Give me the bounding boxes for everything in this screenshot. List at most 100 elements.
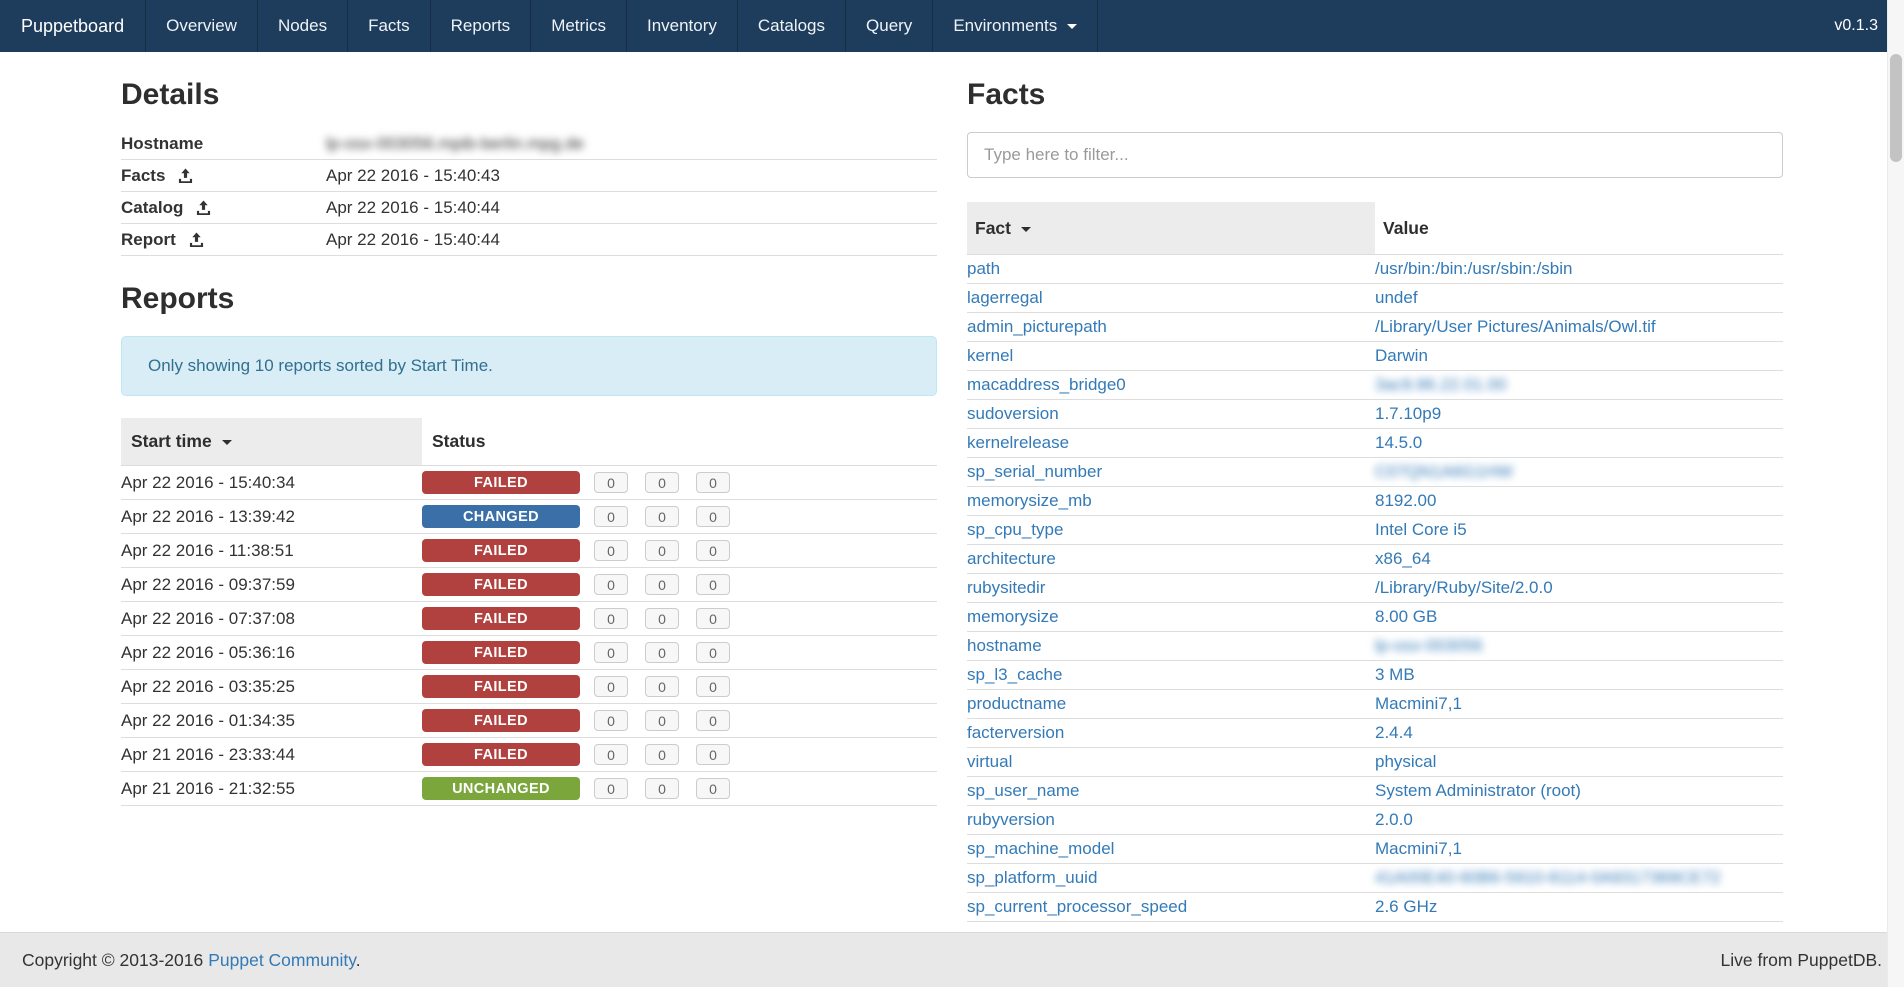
fact-link[interactable]: sudoversion <box>967 404 1059 423</box>
fact-link[interactable]: path <box>967 259 1000 278</box>
report-count-cell: 0 <box>645 602 696 636</box>
report-count-cell: 0 <box>696 670 747 704</box>
fact-link[interactable]: facterversion <box>967 723 1064 742</box>
fact-value-cell: 2.4.4 <box>1375 719 1783 748</box>
count-pill: 0 <box>594 574 628 595</box>
report-row-filler <box>747 602 937 636</box>
copyright-period: . <box>356 950 361 970</box>
fact-link[interactable]: kernelrelease <box>967 433 1069 452</box>
facts-header-row: Fact Value <box>967 202 1783 255</box>
report-count-cell: 0 <box>696 772 747 806</box>
nav-environments-dropdown[interactable]: Environments <box>933 0 1098 52</box>
report-count-cell: 0 <box>594 500 645 534</box>
status-badge: CHANGED <box>422 505 580 528</box>
upload-icon[interactable] <box>189 232 204 248</box>
fact-value-cell: 2.0.0 <box>1375 806 1783 835</box>
fact-link[interactable]: hostname <box>967 636 1042 655</box>
reports-header-start-time[interactable]: Start time <box>121 418 422 466</box>
fact-value-cell: /Library/User Pictures/Animals/Owl.tif <box>1375 313 1783 342</box>
fact-row: sp_l3_cache3 MB <box>967 661 1783 690</box>
fact-link[interactable]: sp_machine_model <box>967 839 1114 858</box>
report-start-time: Apr 22 2016 - 03:35:25 <box>121 670 422 704</box>
report-row: Apr 22 2016 - 11:38:51FAILED000 <box>121 534 937 568</box>
count-pill: 0 <box>645 472 679 493</box>
report-row: Apr 22 2016 - 01:34:35FAILED000 <box>121 704 937 738</box>
upload-icon[interactable] <box>178 168 193 184</box>
facts-header-fact[interactable]: Fact <box>967 202 1375 255</box>
puppet-community-link[interactable]: Puppet Community <box>208 950 356 970</box>
details-title: Details <box>121 78 937 112</box>
details-value: lp-osx-003056.mpib-berlin.mpg.de <box>326 134 584 154</box>
nav-item-metrics[interactable]: Metrics <box>531 0 627 52</box>
report-start-time: Apr 22 2016 - 09:37:59 <box>121 568 422 602</box>
fact-value-cell: Macmini7,1 <box>1375 835 1783 864</box>
fact-value-cell: 41A00E40-60B6-5910-8114-0A9317369CE72 <box>1375 864 1783 893</box>
count-pill: 0 <box>645 710 679 731</box>
report-count-cell: 0 <box>645 738 696 772</box>
fact-name-cell: admin_picturepath <box>967 313 1375 342</box>
report-count-cell: 0 <box>645 500 696 534</box>
fact-name-cell: productname <box>967 690 1375 719</box>
nav-item-catalogs[interactable]: Catalogs <box>738 0 846 52</box>
scrollbar-thumb[interactable] <box>1890 54 1902 162</box>
report-row-filler <box>747 704 937 738</box>
fact-link[interactable]: sp_user_name <box>967 781 1079 800</box>
report-count-cell: 0 <box>645 534 696 568</box>
count-pill: 0 <box>594 642 628 663</box>
fact-name-cell: memorysize <box>967 603 1375 632</box>
fact-link[interactable]: admin_picturepath <box>967 317 1107 336</box>
report-row: Apr 21 2016 - 21:32:55UNCHANGED000 <box>121 772 937 806</box>
report-count-cell: 0 <box>645 670 696 704</box>
fact-link[interactable]: macaddress_bridge0 <box>967 375 1126 394</box>
fact-link[interactable]: rubysitedir <box>967 578 1045 597</box>
upload-icon[interactable] <box>196 200 211 216</box>
report-status-cell: FAILED <box>422 602 594 636</box>
fact-link[interactable]: lagerregal <box>967 288 1043 307</box>
fact-link[interactable]: memorysize_mb <box>967 491 1092 510</box>
fact-link[interactable]: sp_platform_uuid <box>967 868 1097 887</box>
status-badge: FAILED <box>422 607 580 630</box>
fact-link[interactable]: productname <box>967 694 1066 713</box>
fact-link[interactable]: virtual <box>967 752 1012 771</box>
count-pill: 0 <box>645 778 679 799</box>
report-status-cell: FAILED <box>422 738 594 772</box>
footer: Copyright © 2013-2016Puppet Community. L… <box>0 932 1904 987</box>
fact-link[interactable]: rubyversion <box>967 810 1055 829</box>
report-start-time: Apr 22 2016 - 01:34:35 <box>121 704 422 738</box>
nav-item-query[interactable]: Query <box>846 0 933 52</box>
details-value: Apr 22 2016 - 15:40:44 <box>326 198 500 218</box>
report-row-filler <box>747 772 937 806</box>
facts-header-value: Value <box>1375 202 1783 255</box>
fact-link[interactable]: memorysize <box>967 607 1059 626</box>
fact-link[interactable]: sp_current_processor_speed <box>967 897 1187 916</box>
fact-link[interactable]: sp_cpu_type <box>967 520 1063 539</box>
facts-filter-input[interactable] <box>967 132 1783 178</box>
count-pill: 0 <box>645 744 679 765</box>
brand-link[interactable]: Puppetboard <box>0 0 146 52</box>
fact-link[interactable]: architecture <box>967 549 1056 568</box>
nav-item-inventory[interactable]: Inventory <box>627 0 738 52</box>
count-pill: 0 <box>594 472 628 493</box>
fact-row: sp_serial_numberC07QN1A6G1HW <box>967 458 1783 487</box>
report-status-cell: FAILED <box>422 704 594 738</box>
scrollbar-track[interactable] <box>1887 0 1904 987</box>
fact-name-cell: sp_current_processor_speed <box>967 893 1375 922</box>
count-pill: 0 <box>645 608 679 629</box>
details-row: FactsApr 22 2016 - 15:40:43 <box>121 160 937 192</box>
fact-link[interactable]: sp_serial_number <box>967 462 1102 481</box>
fact-row: rubyversion 2.0.0 <box>967 806 1783 835</box>
nav-item-overview[interactable]: Overview <box>146 0 258 52</box>
nav-item-nodes[interactable]: Nodes <box>258 0 348 52</box>
report-count-cell: 0 <box>594 602 645 636</box>
fact-value-cell: undef <box>1375 284 1783 313</box>
fact-link[interactable]: sp_l3_cache <box>967 665 1062 684</box>
count-pill: 0 <box>696 540 730 561</box>
fact-link[interactable]: kernel <box>967 346 1013 365</box>
nav-item-facts[interactable]: Facts <box>348 0 431 52</box>
count-pill: 0 <box>696 506 730 527</box>
nav-item-reports[interactable]: Reports <box>431 0 532 52</box>
fact-value-cell: physical <box>1375 748 1783 777</box>
report-start-time: Apr 21 2016 - 21:32:55 <box>121 772 422 806</box>
report-row: Apr 22 2016 - 03:35:25FAILED000 <box>121 670 937 704</box>
report-status-cell: UNCHANGED <box>422 772 594 806</box>
